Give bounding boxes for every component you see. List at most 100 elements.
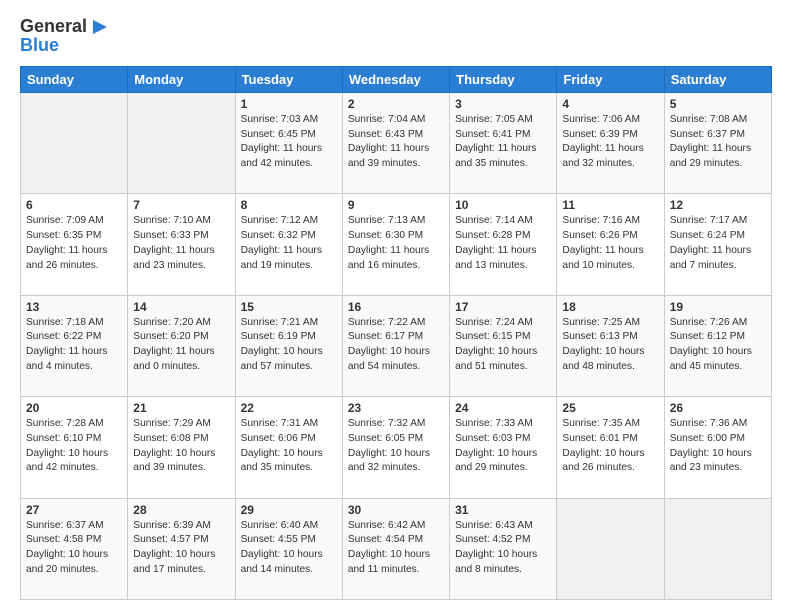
day-info-line: Sunrise: 7:26 AM <box>670 317 748 328</box>
day-cell: 31 Sunrise: 6:43 AMSunset: 4:52 PMDayligh… <box>450 498 557 599</box>
day-info: Sunrise: 6:40 AMSunset: 4:55 PMDaylight:… <box>241 519 337 578</box>
day-number: 14 <box>133 300 229 314</box>
day-info-line: Sunset: 4:55 PM <box>241 534 316 545</box>
day-info-line: Sunset: 6:30 PM <box>348 230 423 241</box>
day-info-line: Sunset: 6:32 PM <box>241 230 316 241</box>
day-info-line: Daylight: 11 hours and 23 minutes. <box>133 245 214 271</box>
day-info-line: Sunrise: 7:10 AM <box>133 215 211 226</box>
day-number: 15 <box>241 300 337 314</box>
day-cell: 4 Sunrise: 7:06 AMSunset: 6:39 PMDaylight… <box>557 92 664 193</box>
day-cell: 24 Sunrise: 7:33 AMSunset: 6:03 PMDayligh… <box>450 397 557 498</box>
day-cell: 14 Sunrise: 7:20 AMSunset: 6:20 PMDayligh… <box>128 295 235 396</box>
day-info-line: Sunset: 6:17 PM <box>348 331 423 342</box>
day-info-line: Daylight: 10 hours and 8 minutes. <box>455 549 537 575</box>
logo-general: General <box>20 17 87 37</box>
day-info-line: Sunrise: 7:12 AM <box>241 215 319 226</box>
day-info: Sunrise: 7:20 AMSunset: 6:20 PMDaylight:… <box>133 316 229 375</box>
day-info-line: Sunset: 6:13 PM <box>562 331 637 342</box>
day-number: 19 <box>670 300 766 314</box>
day-cell: 25Sunrise: 7:35 AMSunset: 6:01 PMDayligh… <box>557 397 664 498</box>
day-info-line: Daylight: 11 hours and 32 minutes. <box>562 143 643 169</box>
day-cell: 16Sunrise: 7:22 AMSunset: 6:17 PMDayligh… <box>342 295 449 396</box>
day-info-line: Sunset: 6:06 PM <box>241 433 316 444</box>
day-number: 5 <box>670 97 766 111</box>
day-cell: 27 Sunrise: 6:37 AMSunset: 4:58 PMDayligh… <box>21 498 128 599</box>
day-info: Sunrise: 7:14 AMSunset: 6:28 PMDaylight:… <box>455 214 551 273</box>
day-info-line: Sunrise: 7:21 AM <box>241 317 319 328</box>
calendar-table: SundayMondayTuesdayWednesdayThursdayFrid… <box>20 66 772 600</box>
day-info-line: Sunrise: 7:14 AM <box>455 215 533 226</box>
day-info: Sunrise: 7:03 AMSunset: 6:45 PMDaylight:… <box>241 113 337 172</box>
day-info: Sunrise: 7:35 AMSunset: 6:01 PMDaylight:… <box>562 417 658 476</box>
day-info: Sunrise: 7:16 AMSunset: 6:26 PMDaylight:… <box>562 214 658 273</box>
day-number: 13 <box>26 300 122 314</box>
day-info-line: Sunset: 6:26 PM <box>562 230 637 241</box>
day-info-line: Daylight: 11 hours and 42 minutes. <box>241 143 322 169</box>
day-info-line: Sunset: 6:19 PM <box>241 331 316 342</box>
day-info-line: Daylight: 10 hours and 57 minutes. <box>241 346 323 372</box>
day-info-line: Sunset: 4:58 PM <box>26 534 101 545</box>
day-info: Sunrise: 7:32 AMSunset: 6:05 PMDaylight:… <box>348 417 444 476</box>
day-number: 22 <box>241 401 337 415</box>
day-info-line: Sunrise: 7:04 AM <box>348 114 426 125</box>
day-info-line: Daylight: 10 hours and 11 minutes. <box>348 549 430 575</box>
day-info-line: Daylight: 10 hours and 23 minutes. <box>670 448 752 474</box>
day-info: Sunrise: 7:17 AMSunset: 6:24 PMDaylight:… <box>670 214 766 273</box>
day-cell: 9Sunrise: 7:13 AMSunset: 6:30 PMDaylight… <box>342 194 449 295</box>
day-info: Sunrise: 7:18 AMSunset: 6:22 PMDaylight:… <box>26 316 122 375</box>
day-info-line: Daylight: 11 hours and 10 minutes. <box>562 245 643 271</box>
day-info-line: Sunset: 6:15 PM <box>455 331 530 342</box>
day-info-line: Sunrise: 7:09 AM <box>26 215 104 226</box>
week-row-3: 13 Sunrise: 7:18 AMSunset: 6:22 PMDayligh… <box>21 295 772 396</box>
day-info-line: Sunset: 6:01 PM <box>562 433 637 444</box>
day-info-line: Daylight: 11 hours and 7 minutes. <box>670 245 751 271</box>
day-info-line: Daylight: 10 hours and 48 minutes. <box>562 346 644 372</box>
header: General Blue <box>20 16 772 56</box>
day-number: 16 <box>348 300 444 314</box>
day-info-line: Sunset: 6:35 PM <box>26 230 101 241</box>
day-number: 2 <box>348 97 444 111</box>
day-number: 4 <box>562 97 658 111</box>
day-number: 23 <box>348 401 444 415</box>
day-cell: 1 Sunrise: 7:03 AMSunset: 6:45 PMDaylight… <box>235 92 342 193</box>
logo-blue: Blue <box>20 36 111 56</box>
day-info-line: Sunrise: 7:08 AM <box>670 114 748 125</box>
day-number: 28 <box>133 503 229 517</box>
day-info: Sunrise: 7:33 AMSunset: 6:03 PMDaylight:… <box>455 417 551 476</box>
day-info-line: Sunset: 6:24 PM <box>670 230 745 241</box>
day-info-line: Sunrise: 6:42 AM <box>348 520 426 531</box>
day-info: Sunrise: 7:31 AMSunset: 6:06 PMDaylight:… <box>241 417 337 476</box>
day-info-line: Sunrise: 7:05 AM <box>455 114 533 125</box>
day-info: Sunrise: 7:06 AMSunset: 6:39 PMDaylight:… <box>562 113 658 172</box>
day-info-line: Daylight: 10 hours and 42 minutes. <box>26 448 108 474</box>
day-info-line: Daylight: 11 hours and 39 minutes. <box>348 143 429 169</box>
header-saturday: Saturday <box>664 66 771 92</box>
day-info-line: Daylight: 10 hours and 45 minutes. <box>670 346 752 372</box>
day-info-line: Sunset: 4:52 PM <box>455 534 530 545</box>
day-info-line: Daylight: 10 hours and 54 minutes. <box>348 346 430 372</box>
day-info: Sunrise: 7:12 AM Sunset: 6:32 PM Daylight:… <box>241 214 337 273</box>
day-cell: 19Sunrise: 7:26 AMSunset: 6:12 PMDayligh… <box>664 295 771 396</box>
day-info-line: Sunset: 6:00 PM <box>670 433 745 444</box>
day-info-line: Sunrise: 7:03 AM <box>241 114 319 125</box>
header-thursday: Thursday <box>450 66 557 92</box>
day-number: 1 <box>241 97 337 111</box>
day-number: 31 <box>455 503 551 517</box>
day-info: Sunrise: 7:25 AMSunset: 6:13 PMDaylight:… <box>562 316 658 375</box>
day-info-line: Daylight: 11 hours and 19 minutes. <box>241 245 322 271</box>
day-number: 27 <box>26 503 122 517</box>
day-cell: 17Sunrise: 7:24 AMSunset: 6:15 PMDayligh… <box>450 295 557 396</box>
day-number: 24 <box>455 401 551 415</box>
day-info-line: Sunrise: 7:36 AM <box>670 418 748 429</box>
day-number: 12 <box>670 198 766 212</box>
header-friday: Friday <box>557 66 664 92</box>
day-info: Sunrise: 6:37 AMSunset: 4:58 PMDaylight:… <box>26 519 122 578</box>
day-cell: 22 Sunrise: 7:31 AMSunset: 6:06 PMDayligh… <box>235 397 342 498</box>
day-cell <box>21 92 128 193</box>
day-info-line: Sunset: 6:20 PM <box>133 331 208 342</box>
day-info-line: Daylight: 10 hours and 20 minutes. <box>26 549 108 575</box>
day-info-line: Sunset: 6:22 PM <box>26 331 101 342</box>
day-info-line: Daylight: 11 hours and 16 minutes. <box>348 245 429 271</box>
day-info-line: Daylight: 11 hours and 26 minutes. <box>26 245 107 271</box>
day-info: Sunrise: 6:43 AMSunset: 4:52 PMDaylight:… <box>455 519 551 578</box>
